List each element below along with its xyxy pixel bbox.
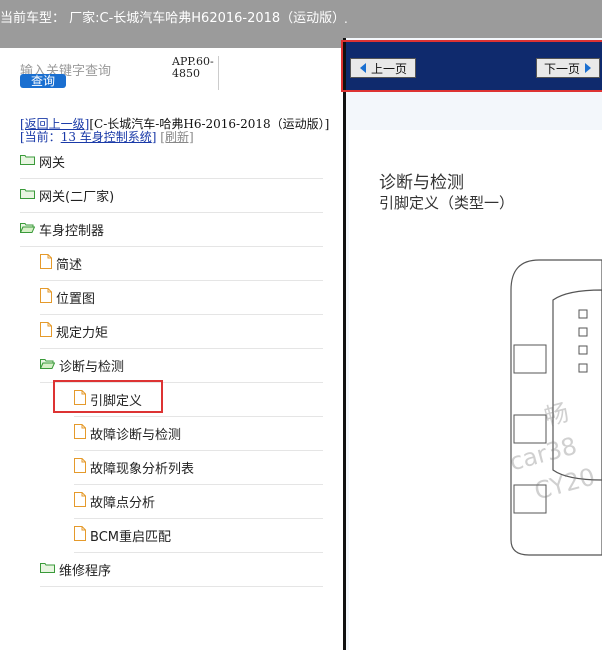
breadcrumb-path: [C-长城汽车-哈弗H6-2016-2018（运动版）] xyxy=(89,117,330,131)
tree-item-label: 简述 xyxy=(56,257,83,273)
current-suffix: ] xyxy=(151,130,157,144)
tree-item[interactable]: 故障现象分析列表 xyxy=(74,450,323,485)
folder-icon xyxy=(20,154,35,169)
document-page: 诊断与检测 引脚定义（类型一） 畅 car38 CY20 xyxy=(349,130,602,650)
tree-item[interactable]: 位置图 xyxy=(40,280,323,315)
tree-item-label: 位置图 xyxy=(56,291,96,307)
tree-item[interactable]: 诊断与检测 xyxy=(40,348,323,383)
back-link[interactable]: [返回上一级] xyxy=(20,117,89,131)
app-code: APP.60-4850 xyxy=(172,55,214,80)
tree-item-label: 诊断与检测 xyxy=(59,359,125,375)
document-icon xyxy=(40,287,52,307)
selected-item-highlight xyxy=(53,380,163,413)
tree-item-label: 维修程序 xyxy=(59,563,112,579)
tree-item[interactable]: 网关(二厂家) xyxy=(20,178,323,213)
tree-item-label: BCM重启匹配 xyxy=(90,529,171,545)
document-icon xyxy=(74,525,86,545)
tree-item-label: 网关(二厂家) xyxy=(39,189,115,205)
current-section-link[interactable]: 13 车身控制系统 xyxy=(61,130,152,144)
tree-item[interactable]: 简述 xyxy=(40,246,323,281)
document-icon xyxy=(40,253,52,273)
folder-open-icon xyxy=(20,222,35,237)
tree-item[interactable]: 故障诊断与检测 xyxy=(74,416,323,451)
left-panel: 输入关键字查询 查询 APP.60-4850 [返回上一级][C-长城汽车-哈弗… xyxy=(0,48,344,650)
tree-item[interactable]: 故障点分析 xyxy=(74,484,323,519)
search-divider xyxy=(218,56,219,90)
tree-item[interactable]: 网关 xyxy=(20,144,323,179)
doc-title: 诊断与检测 xyxy=(379,173,464,193)
tree-item[interactable]: 车身控制器 xyxy=(20,212,323,247)
tree-item-label: 故障点分析 xyxy=(90,495,156,511)
tree-item[interactable]: 维修程序 xyxy=(40,552,323,587)
document-icon xyxy=(74,491,86,511)
doc-subtitle: 引脚定义（类型一） xyxy=(379,194,515,212)
document-icon xyxy=(74,423,86,443)
header-mark: . xyxy=(344,12,348,26)
document-icon xyxy=(74,457,86,477)
folder-open-icon xyxy=(40,358,55,373)
tree-item-label: 故障现象分析列表 xyxy=(90,461,195,477)
current-vehicle-title: 当前车型： 厂家:C-长城汽车哈弗H62016-2018（运动版） xyxy=(0,11,346,26)
tree-item[interactable]: 规定力矩 xyxy=(40,314,323,349)
folder-icon xyxy=(20,188,35,203)
tree-item[interactable]: BCM重启匹配 xyxy=(74,518,323,553)
tree-item-label: 车身控制器 xyxy=(39,223,105,239)
refresh-link[interactable]: [刷新] xyxy=(160,130,193,144)
breadcrumb: [返回上一级][C-长城汽车-哈弗H6-2016-2018（运动版）] [当前：… xyxy=(20,118,340,144)
document-icon xyxy=(40,321,52,341)
nav-highlight xyxy=(341,40,602,92)
tree-item-label: 故障诊断与检测 xyxy=(90,427,182,443)
current-prefix: [当前： xyxy=(20,130,61,144)
tree-item-label: 规定力矩 xyxy=(56,325,109,341)
tree-item-label: 网关 xyxy=(39,155,66,171)
search-button[interactable]: 查询 xyxy=(20,74,66,88)
folder-icon xyxy=(40,562,55,577)
